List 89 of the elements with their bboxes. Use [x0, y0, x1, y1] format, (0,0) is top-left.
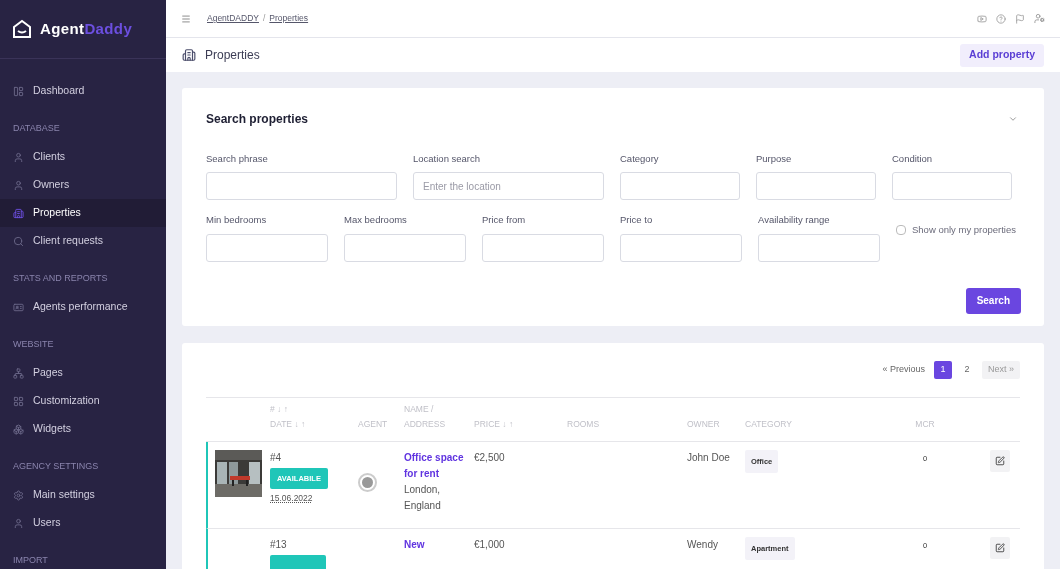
id-card-icon: [13, 301, 24, 313]
user-settings-icon[interactable]: [1034, 13, 1045, 24]
field-label: Min bedrooms: [206, 213, 268, 228]
breadcrumb-link[interactable]: AgentDADDY: [207, 12, 259, 25]
field-label: Search phrase: [206, 152, 269, 166]
search-button[interactable]: Search: [965, 287, 1021, 314]
house-logo-icon: [12, 19, 32, 39]
edit-button[interactable]: [990, 450, 1010, 472]
input-field[interactable]: [620, 172, 740, 201]
sidebar-item[interactable]: Widgets: [0, 415, 166, 443]
breadcrumb-separator: /: [262, 12, 266, 25]
dashboard-icon: [13, 85, 24, 97]
input-field[interactable]: [758, 233, 880, 262]
property-id: #13: [270, 538, 287, 552]
building-icon: [182, 48, 196, 62]
property-id: #4: [270, 451, 282, 465]
price-text: €1,000: [474, 539, 505, 550]
input-field[interactable]: [756, 172, 876, 201]
sidebar-item[interactable]: Pages: [0, 359, 166, 387]
layout-icon: [13, 395, 24, 407]
column-header: CATEGORY: [745, 418, 793, 431]
field-label: Max bedrooms: [344, 213, 408, 228]
sidebar-item[interactable]: Users: [0, 509, 166, 537]
field-label: Condition: [892, 152, 934, 166]
page-link[interactable]: 1: [934, 361, 952, 379]
add-property-button[interactable]: Add property: [960, 43, 1044, 67]
input-field[interactable]: [206, 233, 328, 262]
card-title: Search properties: [206, 111, 309, 128]
sidebar-section-label: IMPORT: [12, 554, 49, 567]
previous-link[interactable]: « Previous: [879, 363, 928, 377]
column-header: # ↓ ↑ DATE ↓ ↑: [270, 403, 307, 431]
user-icon: [13, 179, 24, 191]
edit-button[interactable]: [990, 537, 1010, 559]
flag-icon[interactable]: [1015, 13, 1025, 24]
edit-icon: [995, 543, 1005, 553]
owner-name: John Doe: [687, 452, 730, 463]
column-header: MCR: [914, 418, 936, 431]
property-name-link[interactable]: New: [404, 537, 474, 553]
user-icon: [13, 151, 24, 163]
column-header: NAME / ADDRESS: [404, 403, 447, 431]
sidebar-section-label: AGENCY SETTINGS: [12, 460, 100, 473]
column-header: PRICE ↓ ↑: [474, 418, 515, 431]
page-link[interactable]: 2: [958, 361, 976, 379]
sidebar-item[interactable]: Properties: [0, 199, 166, 227]
search-icon: [13, 235, 24, 247]
page-title: Properties: [205, 47, 260, 64]
sidebar-item[interactable]: Client requests: [0, 227, 166, 255]
field-label: Price from: [482, 213, 527, 228]
sidebar-item[interactable]: Customization: [0, 387, 166, 415]
user-icon: [13, 517, 24, 529]
menu-icon[interactable]: [181, 13, 191, 24]
field-label: Location search: [413, 152, 482, 166]
column-header: AGENT: [358, 418, 389, 431]
breadcrumb-link[interactable]: Properties: [269, 12, 309, 25]
brand-name: AgentDaddy: [40, 18, 133, 39]
input-field[interactable]: [892, 172, 1012, 201]
sidebar-section-label: WEBSITE: [12, 338, 55, 351]
sidebar-item[interactable]: Main settings: [0, 481, 166, 509]
date-text: 15.06.2022: [270, 492, 313, 505]
edit-icon: [995, 456, 1005, 466]
input-field[interactable]: [206, 172, 397, 201]
property-name-link[interactable]: Office space for rent: [404, 450, 474, 482]
field-label: Availability range: [758, 213, 831, 228]
field-label: Price to: [620, 213, 654, 228]
owner-name: Wendy: [687, 539, 718, 550]
sidebar-item[interactable]: Dashboard: [0, 77, 166, 105]
boxes-icon: [13, 423, 24, 435]
column-header: OWNER: [687, 418, 721, 431]
show-mine-checkbox[interactable]: Show only my properties: [896, 213, 1020, 238]
input-field[interactable]: [344, 233, 466, 262]
sidebar-section-label: STATS AND REPORTS: [12, 272, 109, 285]
input-field[interactable]: [482, 233, 604, 262]
building-icon: [13, 207, 24, 219]
field-label: Category: [620, 152, 660, 166]
chevron-down-icon[interactable]: [1008, 114, 1018, 124]
field-label: Purpose: [756, 152, 793, 166]
column-header: ROOMS: [567, 418, 601, 431]
sidebar-section-label: DATABASE: [12, 122, 61, 135]
video-icon[interactable]: [977, 13, 987, 24]
sidebar-item[interactable]: Clients: [0, 143, 166, 171]
input-field[interactable]: Enter the location: [413, 172, 604, 201]
price-text: €2,500: [474, 452, 505, 463]
help-icon[interactable]: [996, 13, 1006, 24]
sidebar-item[interactable]: Agents performance: [0, 293, 166, 321]
property-address: London, England: [404, 483, 442, 513]
input-field[interactable]: [620, 233, 742, 262]
sitemap-icon: [13, 367, 24, 379]
gear-icon: [13, 489, 24, 501]
sidebar-item[interactable]: Owners: [0, 171, 166, 199]
